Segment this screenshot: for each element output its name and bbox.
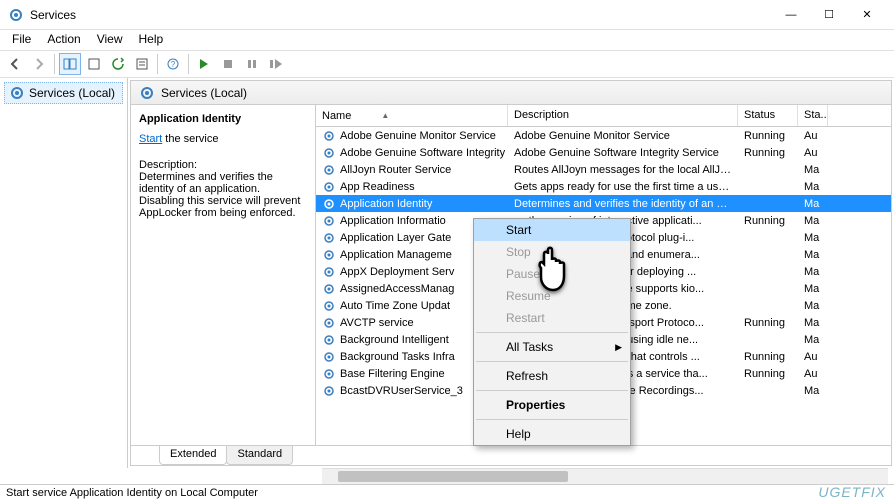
gear-icon xyxy=(322,231,336,245)
gear-icon xyxy=(322,299,336,313)
gear-icon xyxy=(322,282,336,296)
close-button[interactable]: ✕ xyxy=(848,1,886,29)
titlebar: Services — ☐ ✕ xyxy=(0,0,894,30)
context-menu-item[interactable]: Properties xyxy=(474,394,630,416)
start-suffix: the service xyxy=(165,133,218,145)
watermark: UGETFIX xyxy=(818,484,886,500)
context-menu-item[interactable]: Help xyxy=(474,423,630,445)
tab-extended[interactable]: Extended xyxy=(159,446,227,465)
stop-service-button[interactable] xyxy=(217,53,239,75)
gear-icon xyxy=(322,316,336,330)
pause-service-button[interactable] xyxy=(241,53,263,75)
service-row[interactable]: Adobe Genuine Monitor ServiceAdobe Genui… xyxy=(316,127,891,144)
tree-root-label: Services (Local) xyxy=(29,86,115,100)
service-row[interactable]: Application IdentityDetermines and verif… xyxy=(316,195,891,212)
maximize-button[interactable]: ☐ xyxy=(810,1,848,29)
menu-action[interactable]: Action xyxy=(39,30,88,50)
context-menu-separator xyxy=(476,390,628,391)
context-menu-item: Stop xyxy=(474,241,630,263)
context-menu-item: Restart xyxy=(474,307,630,329)
description-label: Description: xyxy=(139,159,307,171)
gear-icon xyxy=(322,384,336,398)
gear-icon xyxy=(322,146,336,160)
gear-icon xyxy=(322,333,336,347)
context-menu-separator xyxy=(476,361,628,362)
back-button[interactable] xyxy=(4,53,26,75)
horizontal-scrollbar[interactable] xyxy=(322,468,888,484)
svg-text:?: ? xyxy=(171,60,176,69)
gear-icon xyxy=(322,214,336,228)
sort-ascending-icon: ▲ xyxy=(381,111,389,120)
context-menu-item: Pause xyxy=(474,263,630,285)
gear-icon xyxy=(322,197,336,211)
service-row[interactable]: AllJoyn Router ServiceRoutes AllJoyn mes… xyxy=(316,161,891,178)
column-header-description[interactable]: Description xyxy=(508,105,738,126)
context-menu-separator xyxy=(476,419,628,420)
context-menu-item[interactable]: Start xyxy=(474,219,630,241)
view-tabs: Extended Standard xyxy=(131,445,891,465)
help-button[interactable]: ? xyxy=(162,53,184,75)
menubar: File Action View Help xyxy=(0,30,894,50)
column-header-status[interactable]: Status xyxy=(738,105,798,126)
context-menu: StartStopPauseResumeRestart All Tasks▶ Ref… xyxy=(473,218,631,446)
export-button[interactable] xyxy=(83,53,105,75)
tab-standard[interactable]: Standard xyxy=(226,446,293,465)
column-header-startup[interactable]: Sta... xyxy=(798,105,828,126)
gear-icon xyxy=(322,367,336,381)
context-menu-item: Resume xyxy=(474,285,630,307)
menu-file[interactable]: File xyxy=(4,30,39,50)
context-menu-item[interactable]: Refresh xyxy=(474,365,630,387)
gear-icon xyxy=(322,163,336,177)
forward-button[interactable] xyxy=(28,53,50,75)
gear-icon xyxy=(322,350,336,364)
start-service-button[interactable] xyxy=(193,53,215,75)
gear-icon xyxy=(322,180,336,194)
pane-title: Services (Local) xyxy=(161,86,247,100)
submenu-arrow-icon: ▶ xyxy=(615,342,622,353)
properties-button[interactable] xyxy=(131,53,153,75)
service-row[interactable]: App ReadinessGets apps ready for use the… xyxy=(316,178,891,195)
gear-icon xyxy=(322,129,336,143)
gear-icon xyxy=(322,248,336,262)
context-menu-item[interactable]: All Tasks▶ xyxy=(474,336,630,358)
show-hide-tree-button[interactable] xyxy=(59,53,81,75)
toolbar: ? xyxy=(0,50,894,78)
minimize-button[interactable]: — xyxy=(772,1,810,29)
menu-help[interactable]: Help xyxy=(131,30,172,50)
services-icon xyxy=(9,85,25,101)
main-area: Services (Local) Services (Local) Applic… xyxy=(0,78,894,468)
column-header-name[interactable]: Name▲ xyxy=(316,105,508,126)
tree-root-item[interactable]: Services (Local) xyxy=(4,82,123,104)
context-menu-separator xyxy=(476,332,628,333)
refresh-button[interactable] xyxy=(107,53,129,75)
statusbar: Start service Application Identity on Lo… xyxy=(0,484,894,504)
scrollbar-thumb[interactable] xyxy=(338,471,568,482)
menu-view[interactable]: View xyxy=(89,30,131,50)
services-icon xyxy=(139,85,155,101)
services-icon xyxy=(8,7,24,23)
window-title: Services xyxy=(30,8,772,22)
tree-pane: Services (Local) xyxy=(0,78,128,468)
service-row[interactable]: Adobe Genuine Software Integrity Servi..… xyxy=(316,144,891,161)
pane-header: Services (Local) xyxy=(131,81,891,105)
selected-service-name: Application Identity xyxy=(139,113,307,125)
gear-icon xyxy=(322,265,336,279)
restart-service-button[interactable] xyxy=(265,53,287,75)
detail-panel: Application Identity Start the service D… xyxy=(131,105,316,445)
description-text: Determines and verifies the identity of … xyxy=(139,171,307,219)
start-service-link[interactable]: Start xyxy=(139,133,162,145)
